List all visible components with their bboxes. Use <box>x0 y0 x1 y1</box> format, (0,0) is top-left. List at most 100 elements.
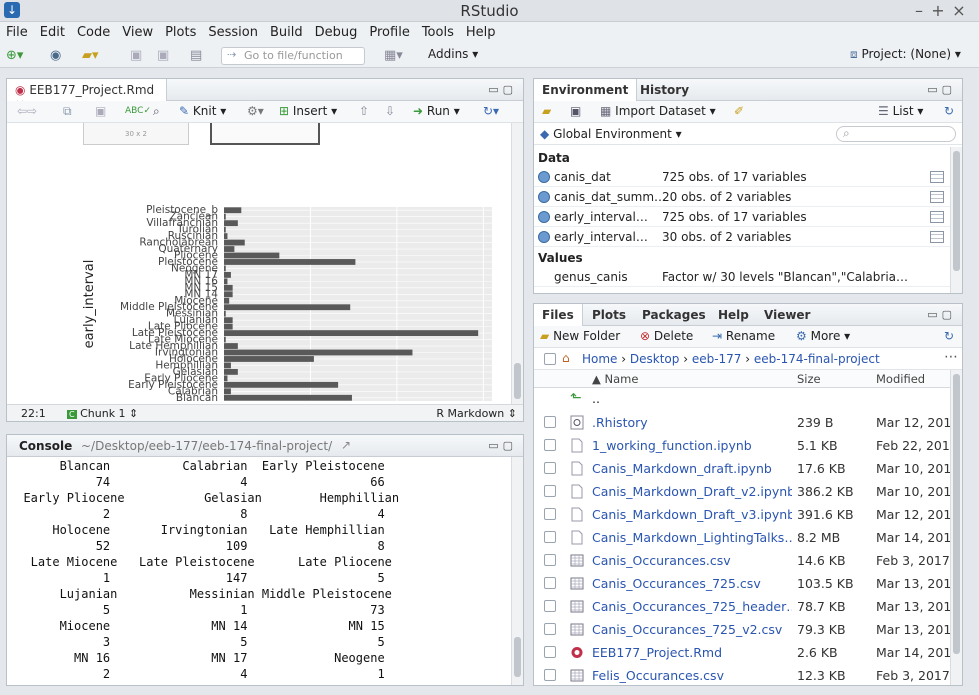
env-scrollbar[interactable] <box>950 147 962 293</box>
file-checkbox[interactable] <box>544 531 556 543</box>
env-scroll-thumb[interactable] <box>953 151 960 271</box>
file-name-link[interactable]: EEB177_Project.Rmd <box>592 645 792 660</box>
tab-viewer[interactable]: Viewer <box>756 304 818 326</box>
file-checkbox[interactable] <box>544 646 556 658</box>
home-icon[interactable]: ⌂ <box>562 351 570 365</box>
breadcrumb-desktop[interactable]: Desktop <box>630 352 680 366</box>
import-dataset-button[interactable]: ▦ Import Dataset ▾ <box>600 104 716 118</box>
file-name-link[interactable]: Felis_Occurances.csv <box>592 668 792 683</box>
file-checkbox[interactable] <box>544 623 556 635</box>
console-minmax-icon[interactable]: ▭▢ <box>488 439 517 452</box>
editor-scroll-thumb[interactable] <box>514 363 521 399</box>
tab-files[interactable]: Files <box>534 304 583 326</box>
file-checkbox[interactable] <box>544 669 556 681</box>
file-name-link[interactable]: Canis_Markdown_Draft_v3.ipynb <box>592 507 792 522</box>
file-name-link[interactable]: Canis_Markdown_Draft_v2.ipynb <box>592 484 792 499</box>
file-checkbox[interactable] <box>544 439 556 451</box>
file-row[interactable]: .Rhistory239 BMar 12, 2017, … <box>534 411 962 434</box>
files-scroll-thumb[interactable] <box>953 374 960 654</box>
file-row[interactable]: Canis_Occurances_725.csv 103.5 KB Mar 13, … <box>534 572 962 595</box>
new-file-icon[interactable]: ⊕▾ <box>6 48 23 63</box>
chunk-selector[interactable]: C Chunk 1 ⇕ <box>67 407 138 420</box>
menu-view[interactable]: View <box>116 22 159 40</box>
view-mode-dropdown[interactable]: ☰ List ▾ <box>878 104 923 118</box>
view-data-icon[interactable] <box>930 231 944 243</box>
sort-name-header[interactable]: ▲ Name <box>592 372 638 386</box>
file-row[interactable]: Canis_Occurances_725_header… 78.7 KB Mar 1… <box>534 595 962 618</box>
file-name-link[interactable]: Canis_Occurances_725_v2.csv <box>592 622 792 637</box>
close-window-button[interactable]: × <box>950 1 968 20</box>
menu-build[interactable]: Build <box>264 22 309 40</box>
expand-object-icon[interactable] <box>538 231 550 243</box>
menu-help[interactable]: Help <box>460 22 502 40</box>
file-checkbox[interactable] <box>544 577 556 589</box>
goto-dir-icon[interactable]: ↗ <box>341 438 351 452</box>
menu-session[interactable]: Session <box>202 22 264 40</box>
file-row[interactable]: Felis_Occurances.csv 12.3 KB Feb 3, 2017, … <box>534 664 962 685</box>
insert-chunk-button[interactable]: ⊞ Insert ▾ <box>279 104 337 118</box>
parent-dir-row[interactable]: ⬑ .. <box>534 388 950 411</box>
file-checkbox[interactable] <box>544 554 556 566</box>
file-row[interactable]: Canis_Occurances.csv 14.6 KB Feb 3, 2017, … <box>534 549 962 572</box>
file-name-link[interactable]: Canis_Markdown_draft.ipynb <box>592 461 792 476</box>
minimize-window-button[interactable]: – <box>910 1 928 20</box>
file-name-link[interactable]: Canis_Occurances.csv <box>592 553 792 568</box>
new-project-icon[interactable]: ◉ <box>50 48 61 63</box>
file-row[interactable]: Canis_Markdown_draft.ipynb 17.6 KB Mar 10,… <box>534 457 962 480</box>
files-minmax-icon[interactable]: ▭▢ <box>927 308 956 321</box>
console-tab[interactable]: Console <box>19 439 72 453</box>
breadcrumb-project[interactable]: eeb-174-final-project <box>754 352 880 366</box>
file-row[interactable]: EEB177_Project.Rmd2.6 KBMar 14, 2017, … <box>534 641 962 664</box>
menu-edit[interactable]: Edit <box>34 22 71 40</box>
files-scrollbar[interactable] <box>950 370 962 685</box>
addins-button[interactable]: Addins ▾ <box>428 47 478 61</box>
sort-modified-header[interactable]: Modified <box>876 372 925 386</box>
refresh-files-icon[interactable]: ↻ <box>944 329 954 343</box>
workspace-panes-icon[interactable]: ▦▾ <box>384 48 403 63</box>
file-row[interactable]: Canis_Markdown_Draft_v3.ipynb 391.6 KB Mar… <box>534 503 962 526</box>
menu-tools[interactable]: Tools <box>416 22 460 40</box>
console-output[interactable]: Blancan Calabrian Early Pleistocene 74 4… <box>9 459 509 685</box>
save-workspace-icon[interactable]: ▣ <box>570 104 581 118</box>
scope-dropdown[interactable]: ◆ Global Environment ▾ <box>540 127 682 141</box>
tab-environment[interactable]: Environment <box>534 79 638 101</box>
expand-object-icon[interactable] <box>538 191 550 203</box>
env-data-row[interactable]: canis_dat_summ… 20 obs. of 2 variables <box>534 187 950 207</box>
load-workspace-icon[interactable]: ▰ <box>542 104 551 118</box>
file-name-link[interactable]: Canis_Occurances_725_header… <box>592 599 792 614</box>
menu-file[interactable]: File <box>0 22 34 40</box>
more-options-icon[interactable]: ⋯ <box>944 349 958 365</box>
env-minmax-icon[interactable]: ▭▢ <box>927 83 956 96</box>
rerun-icon[interactable]: ↻▾ <box>483 104 499 118</box>
console-scrollbar[interactable] <box>511 457 523 685</box>
editor-save-icon[interactable]: ▣ <box>95 104 106 118</box>
tab-plots[interactable]: Plots <box>584 304 634 326</box>
file-checkbox[interactable] <box>544 462 556 474</box>
file-checkbox[interactable] <box>544 600 556 612</box>
spellcheck-icon[interactable]: ABC✓ <box>125 106 151 116</box>
tab-history[interactable]: History <box>632 79 697 101</box>
save-icon[interactable]: ▣ <box>130 48 142 63</box>
select-all-checkbox[interactable] <box>544 353 556 365</box>
env-data-row[interactable]: canis_dat 725 obs. of 17 variables <box>534 167 950 187</box>
file-row[interactable]: Canis_Markdown_Draft_v2.ipynb 386.2 KB Mar… <box>534 480 962 503</box>
breadcrumb-eeb-177[interactable]: eeb-177 <box>692 352 742 366</box>
file-row[interactable]: Canis_Occurances_725_v2.csv 79.3 KB Mar 13… <box>534 618 962 641</box>
rename-button[interactable]: ⇥ Rename <box>712 329 775 343</box>
back-forward-icon[interactable]: ⇦⇨ <box>17 104 37 118</box>
env-search-input[interactable]: ⌕ <box>836 126 956 142</box>
more-button[interactable]: ⚙ More ▾ <box>796 329 850 343</box>
file-checkbox[interactable] <box>544 416 556 428</box>
expand-object-icon[interactable] <box>538 211 550 223</box>
sort-size-header[interactable]: Size <box>797 372 821 386</box>
menu-debug[interactable]: Debug <box>309 22 364 40</box>
menu-profile[interactable]: Profile <box>363 22 415 40</box>
run-button[interactable]: ➜ Run ▾ <box>413 104 460 118</box>
file-row[interactable]: 1_working_function.ipynb 5.1 KB Feb 22, 20… <box>534 434 962 457</box>
plot-preview-thumbnail[interactable] <box>210 123 320 145</box>
new-folder-button[interactable]: ▰ New Folder <box>540 329 620 343</box>
find-icon[interactable]: ⌕ <box>153 104 160 119</box>
save-all-icon[interactable]: ▣ <box>157 48 169 63</box>
view-data-icon[interactable] <box>930 211 944 223</box>
settings-gear-icon[interactable]: ⚙▾ <box>247 104 264 118</box>
